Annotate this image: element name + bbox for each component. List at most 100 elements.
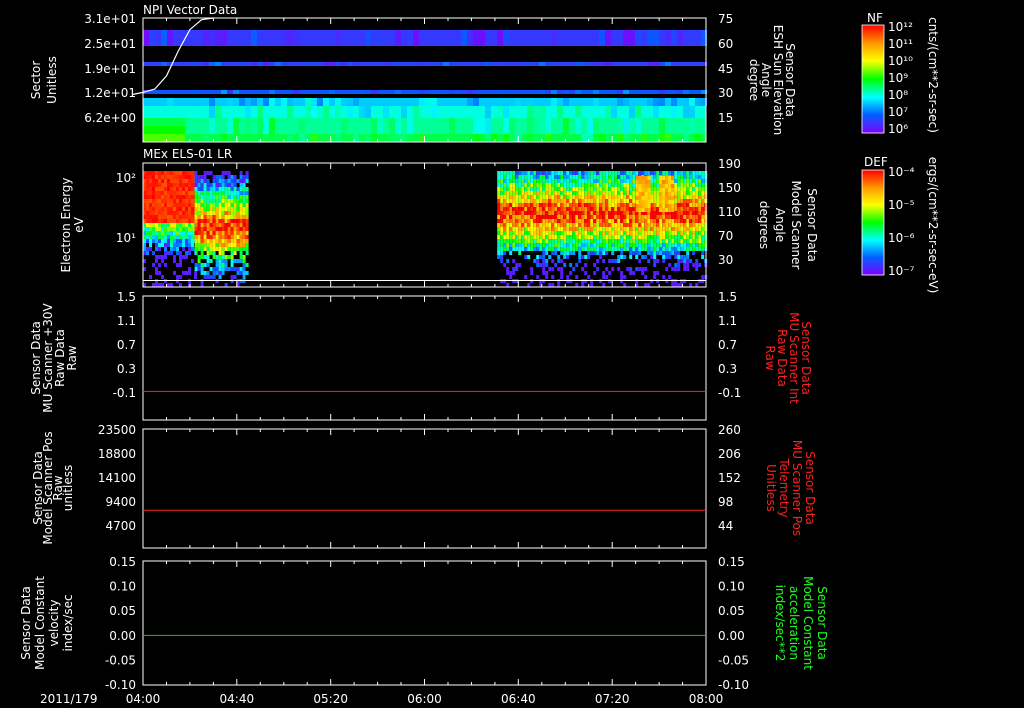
- p5-right-tick-label: -0.10: [718, 678, 749, 692]
- els-cell: [206, 191, 210, 195]
- els-cell: [680, 235, 684, 239]
- els-cell: [644, 188, 648, 192]
- els-cell: [629, 191, 633, 195]
- els-cell: [197, 179, 201, 183]
- els-cell: [533, 191, 537, 195]
- els-cell: [518, 247, 522, 251]
- els-cell: [533, 207, 537, 211]
- els-cell: [176, 219, 179, 223]
- els-cell: [689, 235, 693, 239]
- els-cell: [164, 175, 167, 179]
- els-cell: [161, 211, 164, 215]
- els-cell: [602, 259, 606, 263]
- els-left-tick-label: 10¹: [116, 231, 136, 245]
- els-cell: [155, 231, 158, 235]
- els-cell: [683, 263, 687, 267]
- els-cell: [185, 231, 188, 235]
- els-cell: [500, 191, 504, 195]
- els-cell: [527, 187, 531, 191]
- els-cell: [686, 227, 690, 231]
- els-cell: [695, 283, 699, 287]
- els-cell: [635, 196, 639, 200]
- npi-cell: [695, 62, 701, 66]
- npi-cell: [623, 134, 629, 142]
- els-cell: [209, 219, 213, 223]
- els-cell: [146, 227, 149, 231]
- els-cell: [650, 223, 654, 227]
- els-cell: [668, 235, 672, 239]
- els-cell: [164, 171, 167, 175]
- npi-cell: [335, 30, 341, 46]
- els-cell: [194, 243, 198, 247]
- els-cell: [182, 175, 185, 179]
- els-cell: [521, 235, 525, 239]
- els-cell: [557, 207, 561, 211]
- els-cell: [602, 231, 606, 235]
- npi-left-tick-label: 1.9e+01: [84, 62, 136, 76]
- els-cell: [179, 223, 182, 227]
- npi-cell: [245, 106, 251, 118]
- els-cell: [194, 271, 197, 275]
- els-cell: [629, 227, 633, 231]
- els-cell: [632, 191, 636, 195]
- els-cell: [503, 219, 507, 223]
- npi-cell: [395, 30, 401, 46]
- els-cell: [605, 171, 609, 175]
- npi-cell: [257, 90, 263, 94]
- npi-cell: [647, 98, 653, 106]
- els-cell: [554, 251, 558, 255]
- els-cell: [179, 215, 182, 219]
- els-cell: [608, 203, 612, 207]
- els-cell: [155, 259, 158, 263]
- els-cell: [632, 219, 636, 223]
- els-cell: [647, 231, 651, 235]
- els-cell: [521, 215, 525, 219]
- els-cell: [701, 255, 705, 259]
- els-cell: [200, 199, 204, 203]
- els-cell: [194, 275, 197, 279]
- els-cell: [698, 243, 702, 247]
- els-cell: [653, 259, 657, 263]
- els-cell: [563, 171, 567, 175]
- els-cell: [692, 235, 696, 239]
- els-cell: [197, 187, 201, 191]
- els-cell: [542, 255, 546, 259]
- els-cell: [680, 223, 684, 227]
- els-cell: [686, 255, 690, 259]
- els-cell: [566, 251, 570, 255]
- npi-cell: [515, 118, 521, 134]
- npi-right-ticks: 75 60 45 30 15: [718, 12, 733, 125]
- els-cell: [560, 195, 564, 199]
- els-cell: [569, 171, 573, 175]
- npi-cell: [695, 98, 701, 106]
- els-cell: [656, 199, 660, 203]
- els-cell: [551, 183, 555, 187]
- npi-cell: [677, 90, 683, 94]
- npi-left-tick-label: 6.2e+00: [84, 111, 136, 125]
- els-cell: [536, 259, 540, 263]
- els-cell: [668, 188, 672, 192]
- els-cell: [698, 191, 702, 195]
- els-cell: [245, 179, 249, 183]
- els-cell: [629, 215, 633, 219]
- els-cell: [509, 187, 513, 191]
- els-cell: [668, 275, 672, 279]
- els-cell: [581, 191, 585, 195]
- els-cell: [203, 179, 207, 183]
- els-cell: [158, 191, 161, 195]
- els-cell: [209, 183, 213, 187]
- els-cell: [569, 199, 573, 203]
- els-cell: [578, 203, 582, 207]
- els-cell: [599, 175, 603, 179]
- els-cell: [653, 199, 657, 203]
- els-cell: [197, 235, 201, 239]
- els-cell: [644, 176, 648, 180]
- els-cell: [578, 251, 582, 255]
- els-cell: [659, 235, 663, 239]
- els-cell: [620, 179, 624, 183]
- els-cell: [572, 203, 576, 207]
- els-cell: [623, 243, 627, 247]
- els-cell: [203, 255, 207, 259]
- npi-cell: [161, 30, 167, 46]
- els-cell: [206, 195, 210, 199]
